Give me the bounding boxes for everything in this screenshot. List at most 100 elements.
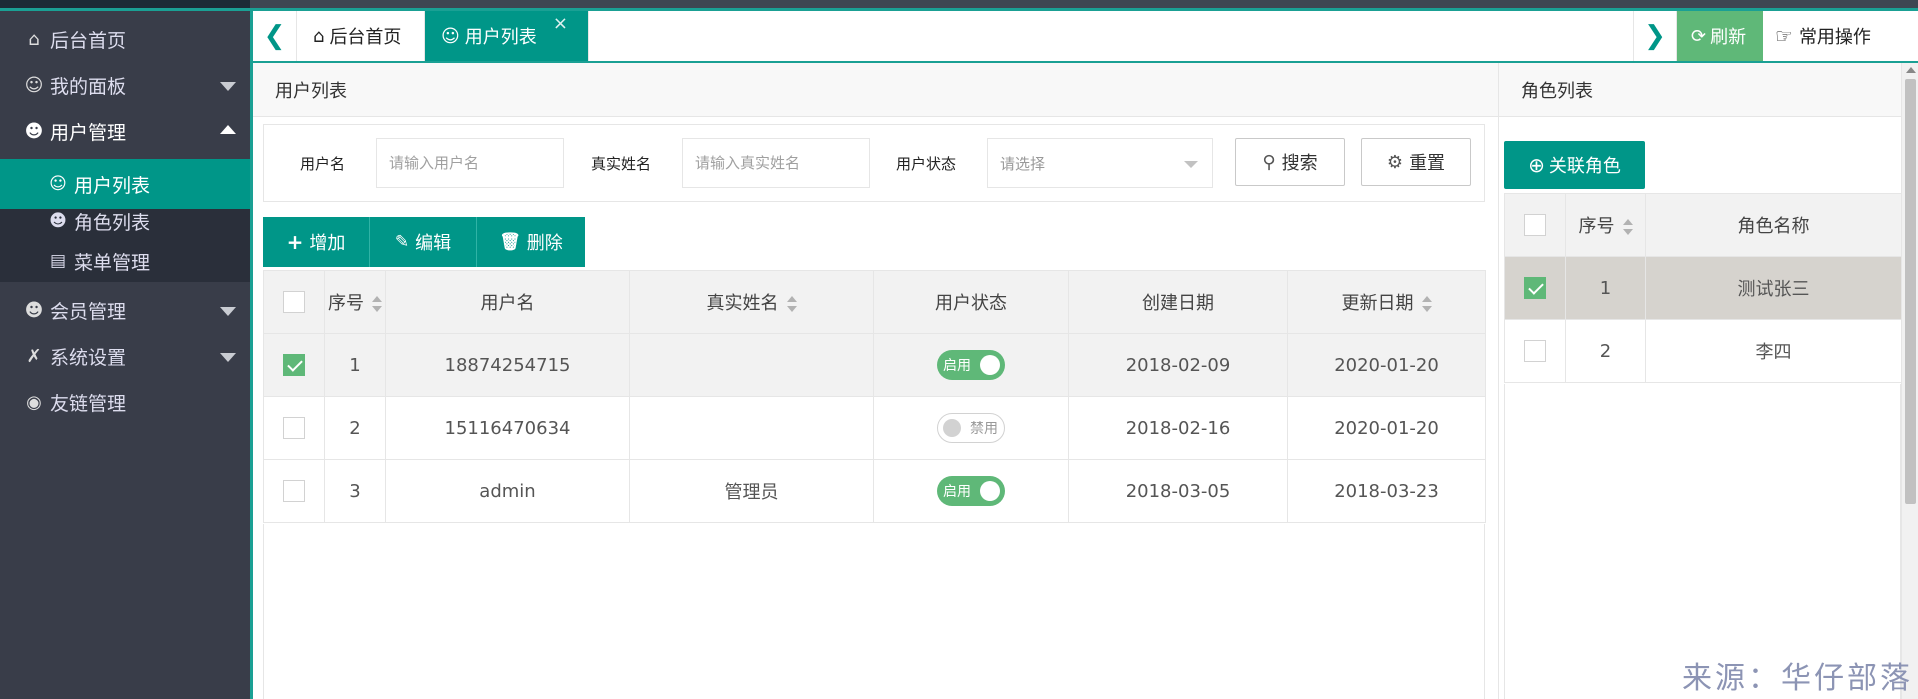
reset-button-label: 重置 xyxy=(1409,153,1446,174)
watermark: 来源：华仔部落 xyxy=(1682,661,1913,696)
row-checkbox[interactable] xyxy=(283,417,305,439)
scrollbar-thumb[interactable] xyxy=(1905,79,1916,504)
table-row[interactable]: 1 测试张三 xyxy=(1504,256,1902,320)
sort-icon[interactable] xyxy=(372,296,382,312)
sort-icon[interactable] xyxy=(1421,296,1432,312)
scroll-up-arrow-icon[interactable] xyxy=(1906,67,1916,73)
link-role-button[interactable]: ⊕ 关联角色 xyxy=(1504,141,1645,189)
status-select-placeholder: 请选择 xyxy=(1000,154,1046,173)
column-header-created: 创建日期 xyxy=(1068,270,1288,334)
row-select-cell[interactable] xyxy=(1504,256,1566,320)
add-button[interactable]: + 增加 xyxy=(263,217,370,267)
row-status-cell: 启用 xyxy=(873,333,1069,397)
status-select[interactable]: 请选择 xyxy=(987,138,1213,188)
username-label: 用户名 xyxy=(300,155,346,173)
members-icon: ☻ xyxy=(24,299,44,321)
plus-icon: + xyxy=(286,230,304,254)
column-header-no[interactable]: 序号 xyxy=(1565,193,1646,257)
sidebar-item-label: 后台首页 xyxy=(50,29,127,52)
row-checkbox[interactable] xyxy=(1524,277,1546,299)
hand-pointer-icon: ☞ xyxy=(1775,24,1793,48)
table-header-row: 序号 用户名 真实姓名 用户状态 创建日期 更新日期 xyxy=(263,270,1486,334)
pencil-icon: ✎ xyxy=(394,232,410,252)
user-panel-title: 用户列表 xyxy=(275,80,347,102)
status-label: 用户状态 xyxy=(896,155,957,173)
row-checkbox[interactable] xyxy=(283,480,305,502)
refresh-icon: ⟳ xyxy=(1691,25,1707,47)
trash-icon: 🗑 xyxy=(499,232,521,252)
tab-scroll-left-button[interactable]: ❮ xyxy=(253,11,297,61)
select-all-checkbox[interactable] xyxy=(1524,214,1546,236)
column-header-username: 用户名 xyxy=(385,270,630,334)
column-header-updated[interactable]: 更新日期 xyxy=(1287,270,1486,334)
column-header-no[interactable]: 序号 xyxy=(324,270,386,334)
select-all-checkbox[interactable] xyxy=(283,291,305,313)
row-role-name: 李四 xyxy=(1645,319,1902,383)
table-row[interactable]: 2 15116470634 禁用 2018-02-16 2020-01-20 xyxy=(263,396,1486,460)
sidebar-item-role-list[interactable]: ☻ 角色列表 xyxy=(0,201,250,241)
delete-button[interactable]: 🗑 删除 xyxy=(477,217,585,267)
reset-button[interactable]: ⚙ 重置 xyxy=(1361,138,1471,186)
realname-input[interactable] xyxy=(682,138,870,188)
common-operations-button[interactable]: ☞ 常用操作 xyxy=(1763,11,1901,61)
sidebar-item-menu-management[interactable]: ▤ 菜单管理 xyxy=(0,241,250,281)
row-created: 2018-02-16 xyxy=(1068,396,1288,460)
status-toggle[interactable]: 禁用 xyxy=(937,413,1005,443)
chevron-down-icon xyxy=(220,307,236,316)
tab-scroll-right-button[interactable]: ❯ xyxy=(1633,11,1677,61)
toggle-knob xyxy=(943,419,961,437)
status-toggle-label: 启用 xyxy=(943,358,971,374)
column-header-realname[interactable]: 真实姓名 xyxy=(629,270,874,334)
search-button[interactable]: ⚲ 搜索 xyxy=(1235,138,1345,186)
row-select-cell[interactable] xyxy=(1504,319,1566,383)
table-row[interactable]: 1 18874254715 启用 2018-02-09 2020-01-20 xyxy=(263,333,1486,397)
user-icon: ☺ xyxy=(24,74,44,96)
status-toggle[interactable]: 启用 xyxy=(937,476,1005,506)
row-updated: 2020-01-20 xyxy=(1287,333,1486,397)
tab-label: 用户列表 xyxy=(464,27,537,48)
sidebar-item-links[interactable]: ◉ 友链管理 xyxy=(0,374,250,430)
select-all-cell[interactable] xyxy=(1504,193,1566,257)
column-header-label: 角色名称 xyxy=(1737,216,1810,237)
refresh-button[interactable]: ⟳ 刷新 xyxy=(1677,11,1763,61)
sidebar-item-label: 会员管理 xyxy=(50,300,127,323)
sort-icon[interactable] xyxy=(1622,219,1633,235)
chevron-down-icon xyxy=(220,353,236,362)
main-content: ❮ ⌂ 后台首页 ☺ 用户列表 × ❯ ⟳ 刷新 ☞ 常用操作 用户列表 用户名… xyxy=(250,11,1918,699)
menu-icon: ▤ xyxy=(49,251,67,271)
table-header-row: 序号 角色名称 xyxy=(1504,193,1902,257)
username-input[interactable] xyxy=(376,138,564,188)
row-status-cell: 禁用 xyxy=(873,396,1069,460)
column-header-label: 创建日期 xyxy=(1142,293,1214,314)
row-select-cell[interactable] xyxy=(263,333,325,397)
vertical-scrollbar[interactable] xyxy=(1901,63,1918,699)
chevron-up-icon xyxy=(220,125,236,134)
row-select-cell[interactable] xyxy=(263,396,325,460)
table-row[interactable]: 3 admin 管理员 启用 2018-03-05 2018-03-23 xyxy=(263,459,1486,523)
column-header-label: 更新日期 xyxy=(1341,293,1414,314)
row-created: 2018-02-09 xyxy=(1068,333,1288,397)
tab-home[interactable]: ⌂ 后台首页 xyxy=(297,11,425,61)
chevron-down-icon xyxy=(1184,161,1198,168)
sort-icon[interactable] xyxy=(786,296,797,312)
tabs-bar: ❮ ⌂ 后台首页 ☺ 用户列表 × ❯ ⟳ 刷新 ☞ 常用操作 xyxy=(253,11,1918,63)
edit-button[interactable]: ✎ 编辑 xyxy=(370,217,477,267)
row-checkbox[interactable] xyxy=(1524,340,1546,362)
tab-user-list[interactable]: ☺ 用户列表 × xyxy=(425,11,589,61)
add-button-label: 增加 xyxy=(309,233,346,254)
row-updated: 2020-01-20 xyxy=(1287,396,1486,460)
close-icon[interactable]: × xyxy=(553,13,568,34)
row-realname xyxy=(629,396,874,460)
status-toggle[interactable]: 启用 xyxy=(937,350,1005,380)
sidebar-item-label: 用户管理 xyxy=(50,121,127,144)
link-role-button-label: 关联角色 xyxy=(1548,156,1621,177)
search-button-label: 搜索 xyxy=(1281,153,1318,174)
row-select-cell[interactable] xyxy=(263,459,325,523)
user-icon: ☺ xyxy=(441,25,460,47)
row-no: 2 xyxy=(324,396,386,460)
select-all-cell[interactable] xyxy=(263,270,325,334)
row-checkbox[interactable] xyxy=(283,354,305,376)
sidebar-item-user-management[interactable]: ☻ 用户管理 xyxy=(0,103,250,159)
sidebar-item-label: 菜单管理 xyxy=(74,251,151,274)
table-row[interactable]: 2 李四 xyxy=(1504,319,1902,383)
